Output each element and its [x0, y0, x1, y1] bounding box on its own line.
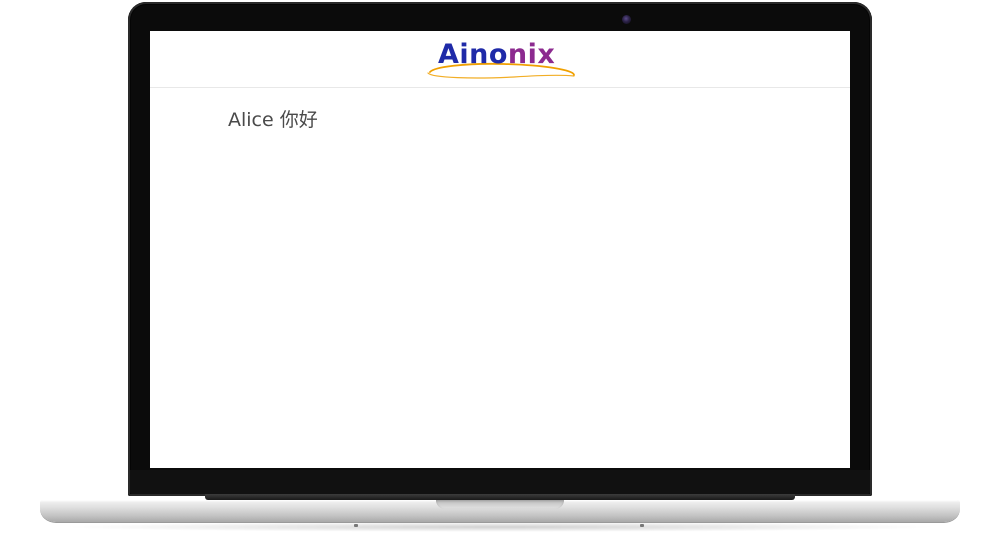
- laptop-mockup: Ainonix Alice 你好: [0, 0, 1000, 539]
- laptop-screen: Ainonix Alice 你好: [150, 31, 850, 468]
- logo-text: Ainonix: [438, 39, 555, 70]
- bezel-bottom: [130, 470, 870, 494]
- laptop-opening-notch: [436, 500, 564, 509]
- webcam-icon: [622, 15, 631, 24]
- laptop-foot-right: [640, 524, 644, 527]
- greeting-text: Alice 你好: [228, 109, 318, 131]
- laptop-foot-left: [354, 524, 358, 527]
- laptop-shadow: [60, 522, 940, 532]
- logo-text-part2: nix: [507, 39, 556, 70]
- logo-text-part1: Aino: [438, 39, 508, 70]
- ainonix-logo[interactable]: Ainonix: [424, 37, 576, 85]
- app-header: Ainonix: [150, 31, 850, 88]
